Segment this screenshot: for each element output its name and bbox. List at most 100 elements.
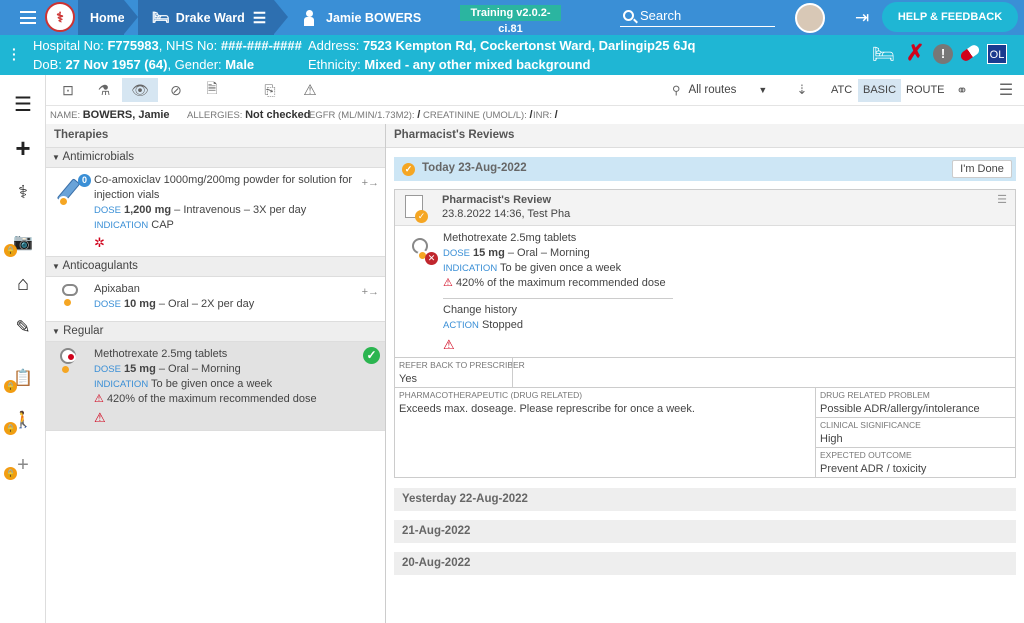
calculator-icon[interactable]: ⊡	[50, 78, 86, 102]
lock-icon: 🔒	[4, 422, 17, 435]
caret-down-icon: ▼	[52, 153, 60, 162]
dose-value: 10 mg	[124, 298, 156, 310]
route-icon: ⚲	[672, 85, 681, 97]
stop-icon[interactable]: ✗	[906, 42, 924, 64]
pill-outline-icon[interactable]: ⊘	[158, 78, 194, 102]
name-value: BOWERS, Jamie	[82, 109, 170, 121]
route-text: – Intravenous – 3X per day	[171, 204, 307, 216]
check-circle-icon: ✓	[402, 163, 415, 176]
hospital-number: F775983	[107, 38, 159, 53]
add-locked-icon[interactable]: + 🔒	[4, 448, 40, 482]
drug-item-apixaban[interactable]: Apixaban DOSE 10 mg – Oral – 2X per day …	[46, 277, 385, 322]
app-logo: ⚕	[45, 2, 75, 32]
group-anticoagulants[interactable]: ▼ Anticoagulants	[46, 257, 385, 277]
transfer-arrow-icon[interactable]: +→	[362, 176, 379, 191]
indication-value: To be given once a week	[500, 262, 622, 274]
refer-value: Yes	[399, 373, 417, 385]
logout-icon[interactable]: ⇥	[855, 9, 877, 27]
warning-icon: ⚠	[443, 277, 453, 289]
reviews-header: Pharmacist's Reviews	[386, 124, 1024, 148]
pharmacotherapeutic-value: Exceeds max. doseage. Please represcribe…	[399, 403, 695, 415]
document-check-icon: ✓	[405, 195, 428, 223]
edit-notes-icon[interactable]: ✎	[6, 310, 40, 344]
outcome-label: EXPECTED OUTCOME	[820, 450, 912, 460]
reviewed-check-icon: ✓	[363, 347, 380, 364]
patient-breadcrumb[interactable]: Jamie BOWERS	[300, 0, 421, 35]
caret-down-icon: ▼	[52, 327, 60, 336]
search-box[interactable]: Search	[620, 5, 775, 27]
day-row-22aug[interactable]: Yesterday 22-Aug-2022	[394, 488, 1016, 511]
action-label: ACTION	[443, 320, 479, 331]
drug-item-methotrexate[interactable]: Methotrexate 2.5mg tablets DOSE 15 mg – …	[46, 342, 385, 431]
ol-badge[interactable]: OL	[987, 44, 1007, 64]
infusion-icon[interactable]: ⚗	[86, 78, 122, 102]
card-menu-icon[interactable]: ☰	[997, 193, 1007, 206]
basic-tab[interactable]: BASIC	[858, 79, 902, 102]
lock-icon: 🔒	[4, 380, 17, 393]
camera-icon[interactable]: 📷 🔒	[4, 225, 40, 259]
hamburger-icon[interactable]: ☰	[988, 78, 1024, 102]
chart-doc-icon[interactable]: ⎘	[252, 78, 288, 102]
pill-icon[interactable]	[958, 43, 982, 63]
stethoscope-icon[interactable]: ⚕	[6, 175, 40, 209]
day-row-21aug[interactable]: 21-Aug-2022	[394, 520, 1016, 543]
route-text: – Oral – Morning	[155, 363, 241, 375]
list-icon[interactable]: ☰	[253, 9, 266, 27]
day-row-20aug[interactable]: 20-Aug-2022	[394, 552, 1016, 575]
bed-status-icon[interactable]: 🛏	[872, 44, 895, 65]
route-tab[interactable]: ROUTE	[901, 79, 950, 102]
drp-label: DRUG RELATED PROBLEM	[820, 390, 930, 400]
hospital-label: Hospital No:	[33, 38, 104, 53]
user-avatar[interactable]	[795, 3, 825, 33]
therapies-header: Therapies	[46, 124, 385, 148]
clipboard-icon[interactable]: 📋 🔒	[4, 361, 40, 395]
routes-dropdown[interactable]: ⚲ All routes ▼	[672, 83, 767, 97]
dob-label: DoB:	[33, 57, 62, 72]
name-label: NAME:	[50, 110, 81, 121]
sort-icon[interactable]: ⇣	[784, 78, 820, 102]
patient-banner: · · · Hospital No: F775983, NHS No: ###-##…	[0, 35, 1024, 75]
drug-name: Co-amoxiclav 1000mg/200mg powder for sol…	[94, 174, 353, 201]
atc-tab[interactable]: ATC	[826, 79, 857, 102]
group-antimicrobials[interactable]: ▼ Antimicrobials	[46, 148, 385, 168]
significance-label: CLINICAL SIGNIFICANCE	[820, 420, 921, 430]
antibiotic-icon: ✲	[94, 235, 105, 250]
routes-label: All routes	[688, 84, 737, 96]
tablet-icon: ✕	[412, 238, 440, 266]
link-icon[interactable]: ⚭	[944, 78, 980, 102]
list-view-icon[interactable]: ☰	[6, 87, 40, 121]
more-vertical-icon[interactable]: · · ·	[12, 42, 17, 66]
therapies-panel: Therapies ▼ Antimicrobials 0 Co-amoxicla…	[46, 124, 386, 623]
egfr-value: /	[417, 109, 421, 121]
ward-breadcrumb[interactable]: 🛏 Drake Ward ☰	[138, 0, 274, 35]
add-icon[interactable]: +	[6, 131, 40, 165]
indication-label: INDICATION	[443, 263, 498, 274]
menu-icon[interactable]	[20, 11, 36, 24]
drug-item-coamoxiclav[interactable]: 0 Co-amoxiclav 1000mg/200mg powder for s…	[46, 168, 385, 257]
dose-label: DOSE	[443, 248, 470, 259]
document-icon[interactable]: 🗎	[194, 78, 230, 102]
indication-value: CAP	[151, 219, 174, 231]
alert-icon[interactable]: !	[933, 44, 953, 64]
caret-down-icon: ▼	[52, 262, 60, 271]
dose-label: DOSE	[94, 205, 121, 216]
warning-text: 420% of the maximum recommended dose	[106, 393, 317, 405]
change-history-title: Change history	[443, 304, 517, 316]
transfer-arrow-icon[interactable]: +→	[362, 285, 379, 300]
inr-label: INR:	[533, 110, 552, 121]
home-icon[interactable]: ⌂	[6, 267, 40, 301]
dose-value: 15 mg	[473, 247, 505, 259]
walking-icon[interactable]: 🚶 🔒	[4, 403, 40, 437]
review-timestamp: 23.8.2022 14:36, Test Pha	[442, 208, 571, 220]
group-regular[interactable]: ▼ Regular	[46, 322, 385, 342]
warning-outline-icon[interactable]: ⚠	[292, 78, 328, 102]
help-feedback-button[interactable]: HELP & FEEDBACK	[882, 2, 1018, 32]
lock-icon: 🔒	[4, 467, 17, 480]
today-row[interactable]: ✓ Today 23-Aug-2022 I'm Done	[394, 157, 1016, 181]
warning-icon: ⚠	[94, 410, 106, 425]
im-done-button[interactable]: I'm Done	[952, 160, 1012, 178]
address-value: 7523 Kempton Rd, Cockertonst Ward, Darli…	[362, 38, 696, 53]
ward-label: Drake Ward	[175, 10, 245, 25]
home-breadcrumb[interactable]: Home	[78, 0, 125, 35]
eye-icon[interactable]: 👁	[122, 78, 158, 102]
